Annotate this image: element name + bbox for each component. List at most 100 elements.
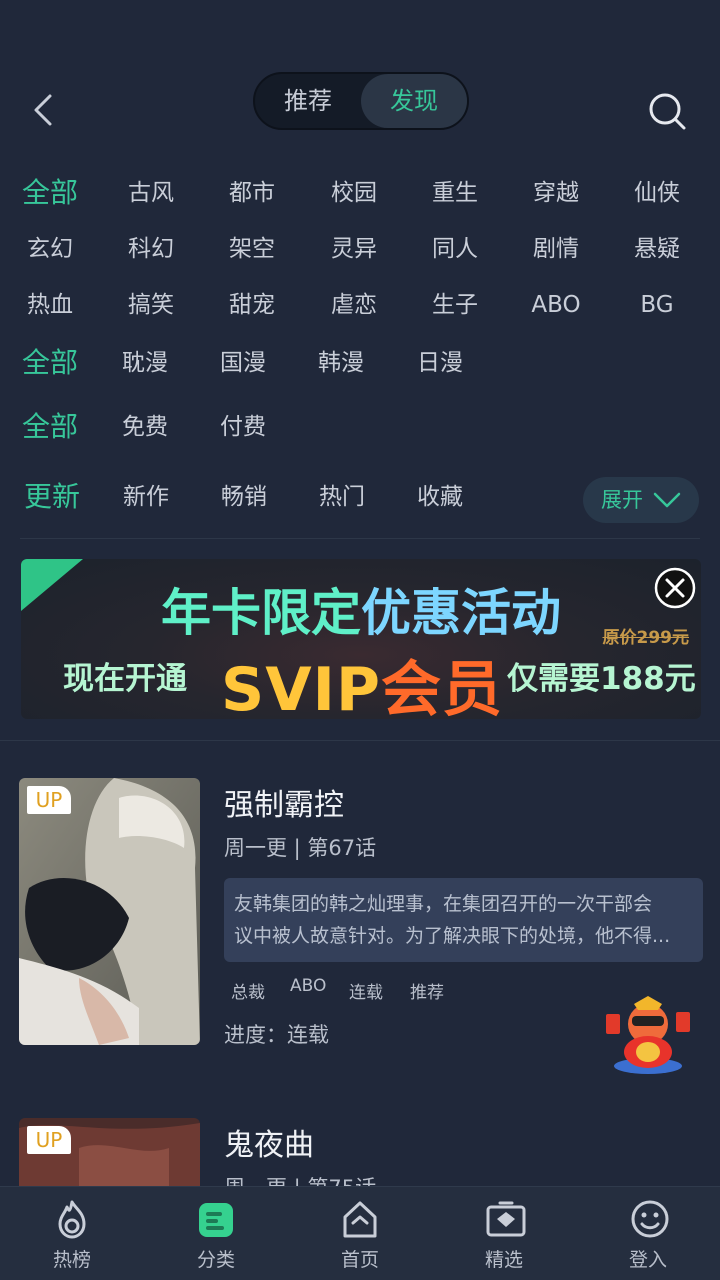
tab-recommend[interactable]: 推荐 (255, 74, 361, 128)
genre-chip[interactable]: 校园 (314, 169, 394, 217)
comic-update-info: 周一更 | 第75话 (224, 1172, 376, 1186)
pay-chip[interactable]: 免费 (105, 403, 185, 451)
banner-title: 年卡限定优惠活动 (21, 573, 701, 645)
region-chip[interactable]: 韩漫 (301, 339, 381, 387)
up-badge: UP (27, 1126, 71, 1154)
banner-svip-text: SVIP会员 (221, 641, 503, 719)
genre-chip[interactable]: 灵异 (314, 225, 394, 273)
sort-chip[interactable]: 热门 (302, 473, 382, 521)
tab-label: 登入 (628, 1249, 667, 1271)
genre-chip[interactable]: 仙侠 (617, 169, 697, 217)
genre-chip[interactable]: 甜宠 (212, 281, 292, 329)
up-badge: UP (27, 786, 71, 814)
banner-original-price: 原价299元 (602, 628, 690, 648)
comic-tag[interactable]: 推荐 (410, 978, 444, 1003)
banner-right-text: 仅需要188元 (507, 661, 696, 697)
segmented-tabs: 推荐 发现 (253, 72, 469, 130)
expand-label: 展开 (601, 488, 643, 512)
comic-description-line: 友韩集团的韩之灿理事，在集团召开的一次干部会 (234, 893, 653, 915)
tab-category[interactable]: 分类 (144, 1187, 288, 1280)
region-filter-row: 全部 耽漫 国漫 韩漫 日漫 (0, 339, 720, 387)
sort-update-chip[interactable]: 更新 (12, 473, 92, 521)
comic-description-line: 议中被人故意针对。为了解决眼下的处境，他不得... (234, 925, 671, 947)
tab-label: 分类 (196, 1249, 235, 1271)
tab-label: 精选 (484, 1249, 523, 1271)
comic-cover[interactable]: UP (19, 1118, 200, 1186)
back-button[interactable] (28, 90, 62, 130)
sort-chip[interactable]: 新作 (106, 473, 186, 521)
lucky-draw-mascot[interactable] (598, 994, 698, 1076)
comic-update-info: 周一更 | 第67话 (224, 836, 377, 860)
comic-tag[interactable]: 连载 (349, 978, 383, 1003)
flame-icon (58, 1200, 86, 1239)
featured-icon (486, 1201, 526, 1237)
login-face-icon (631, 1200, 669, 1238)
divider (0, 740, 720, 741)
genre-chip[interactable]: 科幻 (111, 225, 191, 273)
genre-filter-row-3: 热血 搞笑 甜宠 虐恋 生子 ABO BG (0, 281, 720, 329)
genre-chip[interactable]: 古风 (111, 169, 191, 217)
banner-title-part2: 优惠活动 (361, 584, 561, 642)
region-chip[interactable]: 国漫 (203, 339, 283, 387)
banner-left-text: 现在开通 (63, 661, 187, 697)
genre-filter-row-1: 全部 古风 都市 校园 重生 穿越 仙侠 (0, 169, 720, 217)
search-icon (649, 93, 686, 130)
pay-filter-row: 全部 免费 付费 (0, 403, 720, 451)
sort-chip[interactable]: 收藏 (400, 473, 480, 521)
category-icon (199, 1203, 233, 1237)
comic-progress: 进度：连载 (224, 1023, 329, 1047)
genre-chip[interactable]: 都市 (212, 169, 292, 217)
genre-chip[interactable]: 同人 (415, 225, 495, 273)
divider (20, 538, 700, 539)
home-icon (343, 1201, 377, 1238)
genre-all-chip[interactable]: 全部 (10, 169, 90, 217)
pay-chip[interactable]: 付费 (203, 403, 283, 451)
tab-login[interactable]: 登入 (576, 1187, 720, 1280)
comic-title[interactable]: 鬼夜曲 (224, 1120, 314, 1164)
genre-chip[interactable]: 搞笑 (111, 281, 191, 329)
tab-label: 热榜 (52, 1249, 91, 1271)
genre-chip[interactable]: 玄幻 (10, 225, 90, 273)
chevron-down-icon (653, 492, 681, 508)
banner-close-button[interactable] (654, 567, 696, 609)
tab-discover[interactable]: 发现 (361, 74, 467, 128)
expand-filters-button[interactable]: 展开 (583, 477, 699, 523)
comic-tag[interactable]: ABO (290, 976, 326, 996)
comic-description: 友韩集团的韩之灿理事，在集团召开的一次干部会 议中被人故意针对。为了解决眼下的处… (224, 878, 703, 962)
genre-chip[interactable]: 生子 (415, 281, 495, 329)
genre-chip[interactable]: ABO (516, 281, 596, 329)
banner-svip-word: SVIP (221, 655, 381, 719)
top-bar: 推荐 发现 (0, 0, 720, 150)
banner-title-part1: 年卡限定 (161, 584, 361, 642)
genre-chip[interactable]: 悬疑 (617, 225, 697, 273)
region-chip[interactable]: 日漫 (400, 339, 480, 387)
genre-chip[interactable]: 重生 (415, 169, 495, 217)
tab-hot-rank[interactable]: 热榜 (0, 1187, 144, 1280)
tab-home[interactable]: 首页 (288, 1187, 432, 1280)
genre-filter-row-2: 玄幻 科幻 架空 灵异 同人 剧情 悬疑 (0, 225, 720, 273)
genre-chip[interactable]: 架空 (212, 225, 292, 273)
tab-label: 首页 (340, 1249, 379, 1271)
tab-featured[interactable]: 精选 (432, 1187, 576, 1280)
bottom-tab-bar: 热榜 分类 首页 精选 登入 (0, 1186, 720, 1280)
genre-chip[interactable]: 剧情 (516, 225, 596, 273)
pay-all-chip[interactable]: 全部 (10, 403, 90, 451)
comic-title[interactable]: 强制霸控 (224, 780, 344, 824)
promo-banner[interactable]: 年卡限定优惠活动 原价299元 现在开通 SVIP会员 仅需要188元 (21, 559, 701, 719)
comic-tag[interactable]: 总裁 (231, 978, 265, 1003)
genre-chip[interactable]: 虐恋 (314, 281, 394, 329)
genre-chip[interactable]: 穿越 (516, 169, 596, 217)
comic-cover-image (19, 778, 200, 1045)
back-arrow-icon (34, 94, 52, 126)
lucky-draw-mascot-icon (606, 996, 690, 1074)
comic-cover[interactable]: UP (19, 778, 200, 1045)
region-chip[interactable]: 耽漫 (105, 339, 185, 387)
close-icon (654, 567, 696, 609)
genre-chip[interactable]: BG (617, 281, 697, 329)
region-all-chip[interactable]: 全部 (10, 339, 90, 387)
genre-chip[interactable]: 热血 (10, 281, 90, 329)
banner-vip-word: 会员 (380, 655, 503, 719)
banner-offer-line: 现在开通 SVIP会员 仅需要188元 (21, 647, 701, 719)
search-button[interactable] (646, 90, 688, 132)
sort-chip[interactable]: 畅销 (204, 473, 284, 521)
